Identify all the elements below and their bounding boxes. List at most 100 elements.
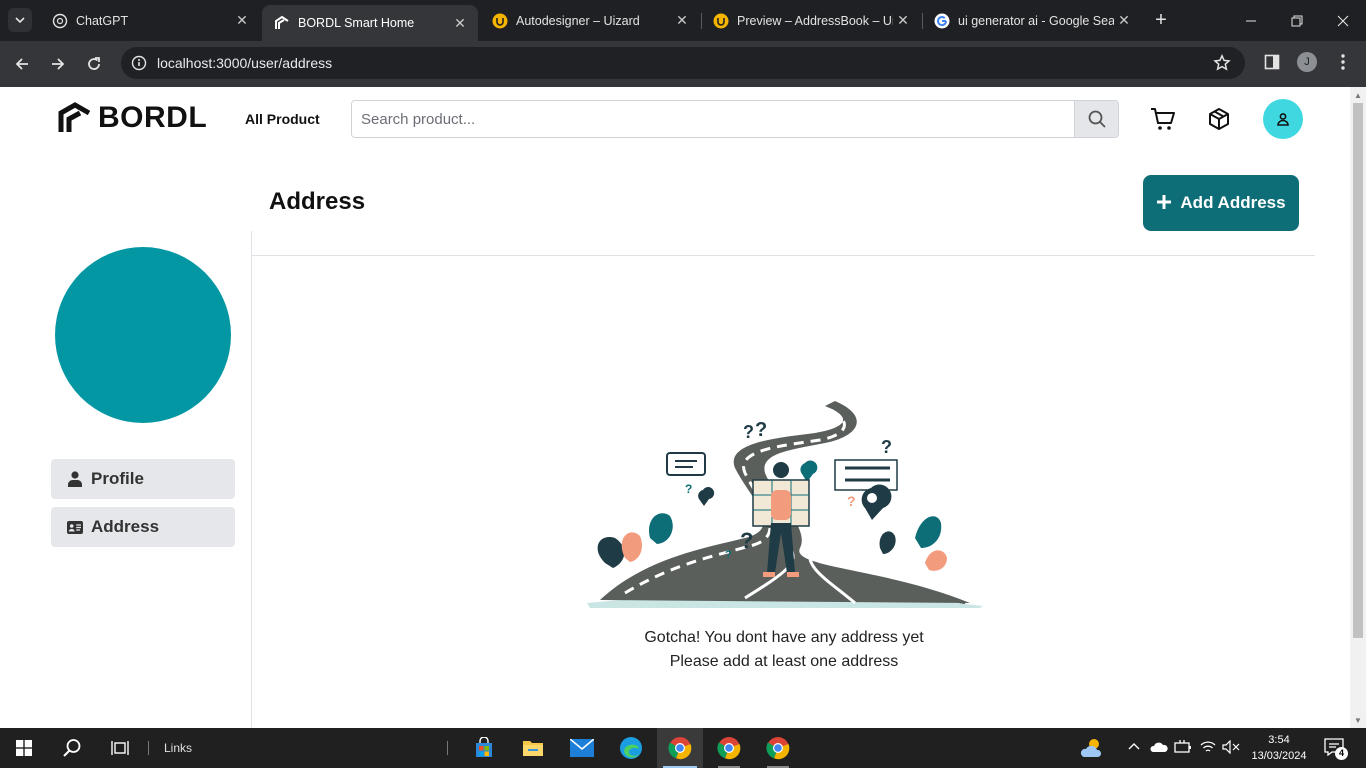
side-panel-icon[interactable] [1264,54,1280,75]
svg-text:?: ? [685,482,692,496]
tab-uizard-autodesigner[interactable]: Autodesigner – Uizard ✕ [480,0,700,41]
scroll-up-arrow-icon[interactable]: ▲ [1354,91,1362,100]
search-bar [351,100,1119,138]
divider [148,741,149,755]
forward-button[interactable] [46,52,70,76]
user-menu-button[interactable] [1263,99,1303,139]
add-address-button[interactable]: Add Address [1143,175,1299,231]
google-icon [934,13,950,29]
sidebar-item-label: Address [91,517,160,536]
windows-taskbar: Links 3:54 13/03/2024 4 [0,728,1366,768]
microsoft-store-icon [476,737,492,757]
taskbar-edge[interactable] [608,728,654,768]
chrome-icon [717,737,741,760]
system-clock[interactable]: 3:54 13/03/2024 [1250,732,1308,764]
empty-state-illustration: ? ? ? ? ? ? ? [587,401,983,608]
logo-text: BORDL [98,101,208,134]
reload-icon [88,57,100,70]
tab-chatgpt[interactable]: ChatGPT ✕ [40,0,260,41]
browser-toolbar: localhost:3000/user/address [0,41,1366,87]
volume-muted-icon[interactable] [1222,739,1240,759]
minimize-button[interactable] [1228,0,1274,41]
brand-logo[interactable]: BORDL [58,100,207,136]
search-input[interactable] [352,101,1074,137]
close-icon[interactable]: ✕ [1114,11,1134,31]
tab-title: BORDL Smart Home [298,16,415,30]
url-text: localhost:3000/user/address [157,55,333,71]
back-button[interactable] [10,52,34,76]
battery-icon[interactable] [1174,740,1192,759]
taskbar-chrome-2[interactable] [706,728,752,768]
bordl-icon [274,15,290,31]
arrow-left-icon [15,58,28,70]
cart-button[interactable] [1150,106,1176,132]
sidebar-item-profile[interactable]: Profile [51,459,235,499]
chrome-icon [766,737,790,760]
close-icon [1337,15,1349,26]
chevron-down-icon [15,17,25,24]
clock-date: 13/03/2024 [1251,750,1307,762]
window-close-button[interactable] [1320,0,1366,41]
divider [252,255,1315,256]
taskbar-app-store[interactable] [461,728,507,768]
sidebar-item-address[interactable]: Address [51,507,235,547]
page-title: Address [269,188,366,215]
tab-google-search[interactable]: ui generator ai - Google Sea ✕ [922,0,1142,41]
svg-text:?: ? [725,549,732,561]
taskbar-mail[interactable] [559,728,605,768]
start-button[interactable] [0,728,48,768]
close-icon[interactable]: ✕ [672,11,692,31]
weather-icon[interactable] [1080,737,1104,764]
user-profile-avatar [55,247,231,423]
restore-button[interactable] [1274,0,1320,41]
scroll-down-arrow-icon[interactable]: ▼ [1354,716,1362,725]
user-icon [1277,113,1289,126]
page-scrollbar[interactable]: ▲ ▼ [1350,87,1366,728]
chevron-up-icon[interactable] [1128,740,1140,758]
bookmark-star-icon[interactable] [1213,53,1231,77]
add-address-label: Add Address [1180,193,1286,212]
address-bar[interactable]: localhost:3000/user/address [121,47,1245,79]
onedrive-icon[interactable] [1150,740,1168,758]
search-icon [63,739,81,757]
tab-title: ui generator ai - Google Sea [958,13,1114,28]
taskbar-chrome-1[interactable] [657,728,703,768]
chatgpt-icon [52,13,68,29]
new-tab-button[interactable]: + [1150,9,1172,31]
uizard-icon [713,13,729,29]
taskbar-chrome-3[interactable] [755,728,801,768]
tab-bordl[interactable]: BORDL Smart Home ✕ [262,5,478,41]
uizard-icon [492,13,508,29]
empty-state-line-2: Please add at least one address [669,653,899,670]
search-button[interactable] [1074,101,1118,137]
close-icon[interactable]: ✕ [893,11,913,31]
clock-time: 3:54 [1268,734,1290,746]
svg-text:?: ? [881,437,892,457]
sidebar-item-label: Profile [91,469,144,488]
orders-button[interactable] [1206,106,1232,132]
tab-title: Preview – AddressBook – Uiz [737,13,893,28]
close-icon[interactable]: ✕ [232,11,252,31]
close-icon[interactable]: ✕ [450,13,470,33]
reload-button[interactable] [82,52,106,76]
taskbar-file-explorer[interactable] [510,728,556,768]
site-info-icon[interactable] [131,55,147,76]
plus-icon [1156,191,1172,215]
task-view-button[interactable] [96,728,144,768]
tab-uizard-preview[interactable]: Preview – AddressBook – Uiz ✕ [701,0,921,41]
browser-menu-icon[interactable] [1335,53,1351,71]
chrome-icon [668,737,692,760]
links-label: Links [164,741,193,755]
restore-icon [1291,15,1303,26]
search-icon [1088,110,1106,128]
taskbar-search-button[interactable] [48,728,96,768]
notification-center-button[interactable]: 4 [1324,738,1348,760]
person-icon [67,471,83,487]
all-product-link[interactable]: All Product [245,111,320,127]
scrollbar-thumb[interactable] [1353,103,1363,638]
browser-profile-avatar[interactable]: J [1297,52,1317,72]
cart-icon [1151,108,1175,130]
tab-search-button[interactable] [8,8,32,32]
links-toolbar[interactable]: Links [148,728,192,768]
wifi-icon[interactable] [1200,740,1216,759]
